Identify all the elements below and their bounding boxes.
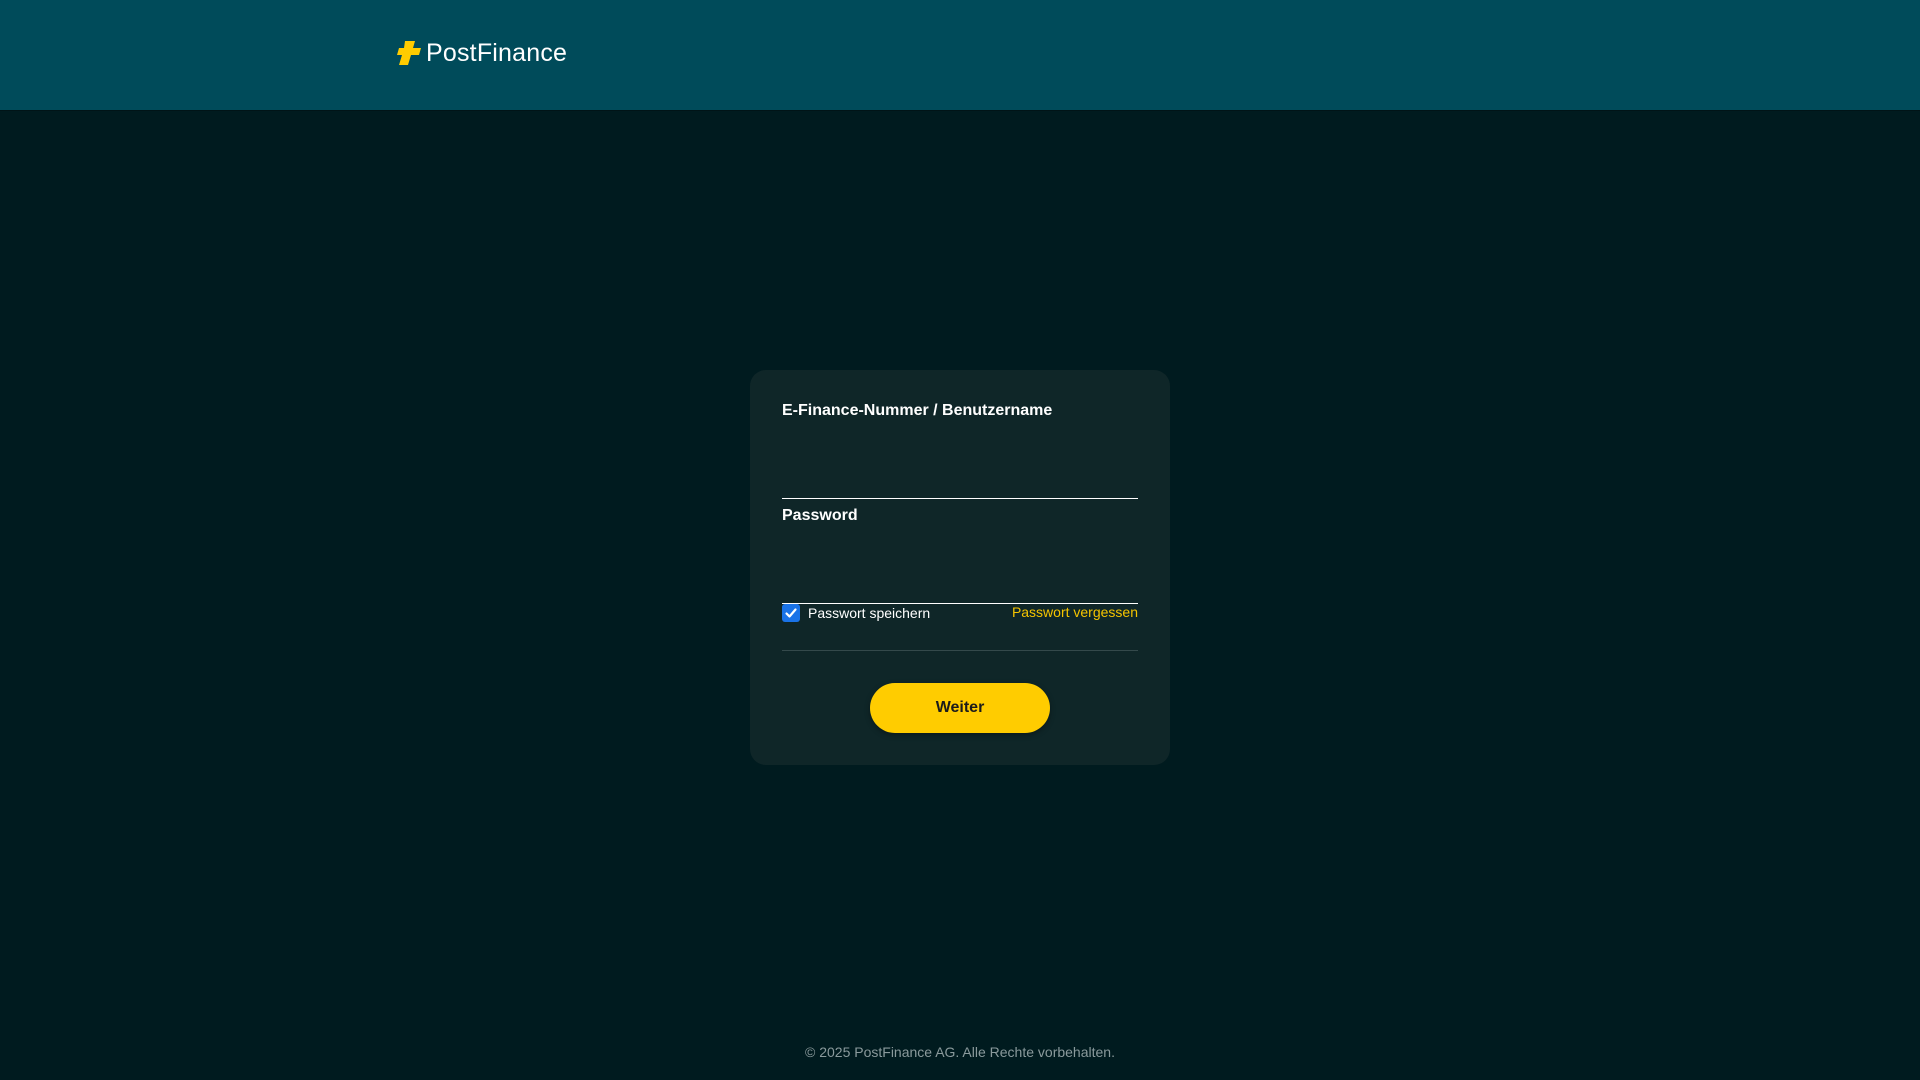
checkbox-checked[interactable] xyxy=(782,604,800,622)
password-label: Password xyxy=(782,507,858,524)
divider xyxy=(782,650,1138,651)
postfinance-cross-icon xyxy=(397,41,421,65)
page-header: PostFinance xyxy=(0,0,1920,110)
footer-copyright: © 2025 PostFinance AG. Alle Rechte vorbe… xyxy=(805,1044,1115,1060)
remember-password-label: Passwort speichern xyxy=(808,605,931,621)
login-card: E-Finance-Nummer / Benutzername Password… xyxy=(750,370,1170,765)
forgot-password-link[interactable]: Passwort vergessen xyxy=(1012,603,1138,621)
username-label: E-Finance-Nummer / Benutzername xyxy=(782,402,1053,419)
checkmark-icon xyxy=(785,608,797,618)
password-input[interactable] xyxy=(782,570,1138,604)
postfinance-logo[interactable]: PostFinance xyxy=(396,38,567,68)
remember-password-checkbox[interactable]: Passwort speichern xyxy=(782,604,930,622)
logo-text: PostFinance xyxy=(426,39,568,67)
continue-button[interactable]: Weiter xyxy=(870,683,1050,733)
username-input[interactable] xyxy=(782,465,1138,499)
